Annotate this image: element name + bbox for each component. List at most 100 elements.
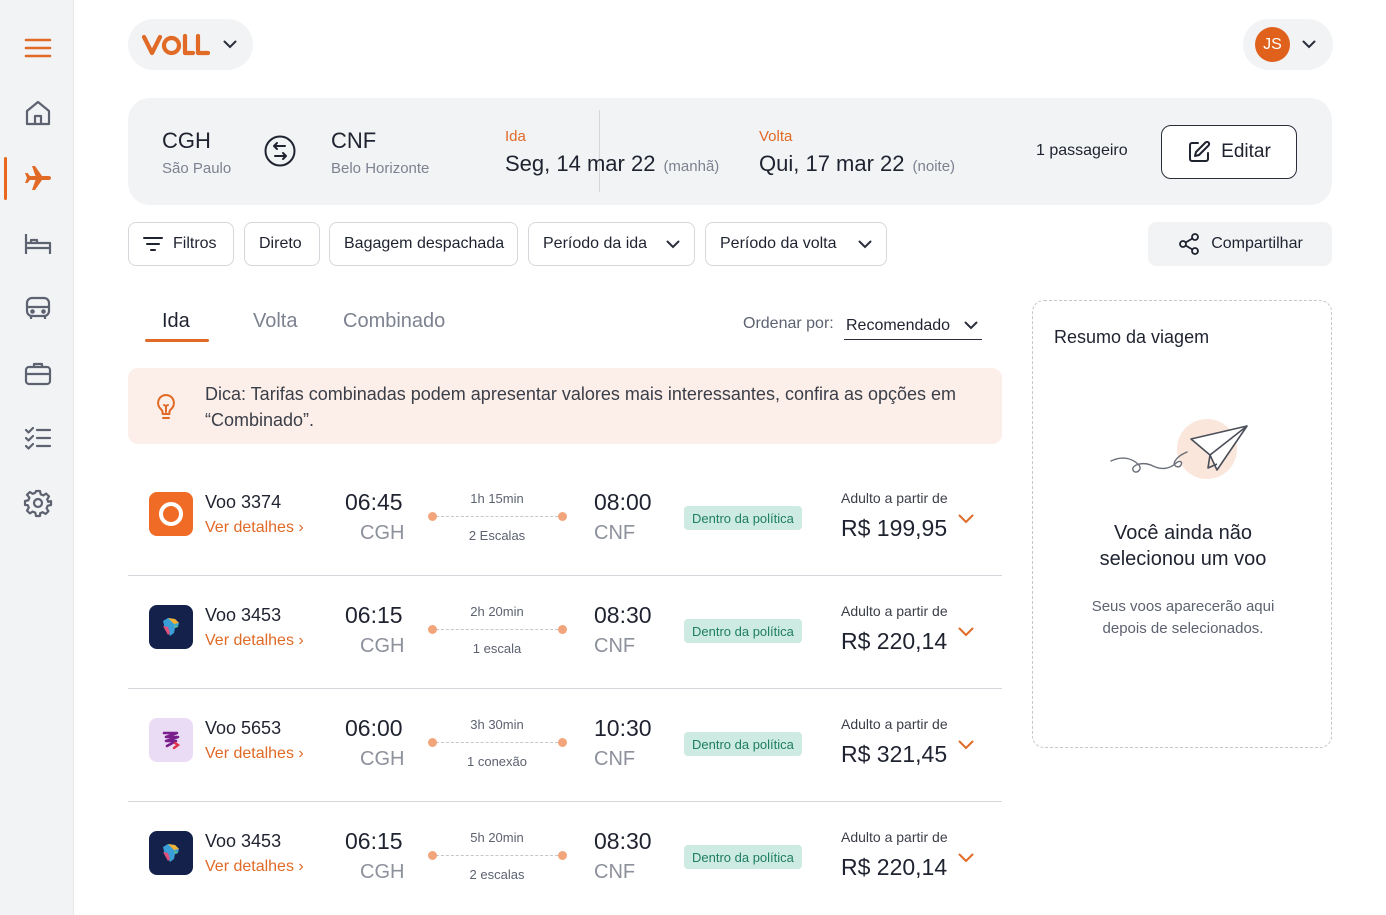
departure-time: 06:15: [345, 602, 403, 628]
voll-logo: [141, 33, 211, 55]
briefcase-icon: [24, 362, 52, 386]
details-link-label: Ver detalhes: [205, 519, 294, 536]
details-link[interactable]: Ver detalhes ›: [205, 858, 304, 876]
outbound-period-filter[interactable]: Período da ida: [528, 222, 695, 266]
sidebar-item-approvals[interactable]: [17, 417, 59, 459]
bed-icon: [24, 234, 52, 254]
route-dot: [558, 512, 567, 521]
sort-value: Recomendado: [846, 316, 951, 334]
price-label: Adulto a partir de: [841, 716, 948, 732]
route-dot: [428, 512, 437, 521]
details-link[interactable]: Ver detalhes ›: [205, 632, 304, 650]
filters-button[interactable]: Filtros: [128, 222, 234, 266]
passenger-count: 1 passageiro: [1036, 142, 1128, 159]
tab-return[interactable]: Volta: [253, 310, 297, 333]
airline-logo: [149, 492, 193, 536]
sidebar-item-trips[interactable]: [17, 352, 59, 394]
trip-summary: Resumo da viagem Você ainda não selecion…: [1032, 300, 1332, 748]
price-label: Adulto a partir de: [841, 829, 948, 845]
home-icon: [25, 100, 51, 126]
swap-route-button[interactable]: [264, 135, 296, 172]
chevron-down-icon: [223, 40, 237, 49]
duration: 5h 20min: [470, 830, 524, 845]
airline-latam-logo-icon: [162, 731, 181, 750]
chevron-down-icon: [958, 627, 974, 637]
edit-icon: [1189, 140, 1211, 162]
tab-combined[interactable]: Combinado: [343, 310, 445, 333]
flight-row[interactable]: Voo 3374 Ver detalhes › 06:45 CGH 1h 15m…: [128, 463, 1002, 576]
expand-button[interactable]: [958, 737, 974, 755]
route-dot: [428, 738, 437, 747]
flight-row[interactable]: Voo 5653 Ver detalhes › 06:00 CGH 3h 30m…: [128, 689, 1002, 802]
brand-switcher[interactable]: [128, 19, 253, 70]
airline-azul-logo-icon: [163, 618, 179, 636]
chevron-down-icon: [958, 514, 974, 524]
direct-filter[interactable]: Direto: [244, 222, 320, 266]
departure-airport: CGH: [360, 748, 405, 770]
return-period: (noite): [912, 158, 956, 175]
outbound-period-filter-label: Período da ida: [543, 235, 648, 252]
origin-city: São Paulo: [162, 160, 232, 177]
tab-indicator: [145, 339, 209, 342]
sidebar-item-flights[interactable]: [17, 157, 59, 199]
arrival-airport: CNF: [594, 861, 636, 883]
arrival-time: 10:30: [594, 715, 652, 741]
price: R$ 220,14: [841, 854, 948, 880]
outbound-period: (manhã): [663, 158, 720, 175]
chevron-down-icon: [858, 240, 872, 248]
arrival-time: 08:30: [594, 602, 652, 628]
return-date: Qui, 17 mar 22 (noite): [759, 151, 955, 177]
bus-icon: [25, 296, 51, 319]
edit-button[interactable]: Editar: [1161, 125, 1297, 179]
departure-airport: CGH: [360, 861, 405, 883]
expand-button[interactable]: [958, 624, 974, 642]
search-summary: CGH São Paulo CNF Belo Horizonte Ida Seg…: [128, 98, 1332, 205]
expand-button[interactable]: [958, 850, 974, 868]
sidebar-item-bus[interactable]: [17, 287, 59, 329]
flight-row[interactable]: Voo 3453 Ver detalhes › 06:15 CGH 5h 20m…: [128, 802, 1002, 915]
tab-outbound[interactable]: Ida: [162, 310, 190, 333]
return-period-filter[interactable]: Período da volta: [705, 222, 887, 266]
paper-plane-illustration-icon: [1110, 419, 1248, 479]
price: R$ 220,14: [841, 628, 948, 654]
chevron-down-icon: [958, 740, 974, 750]
policy-badge: Dentro da política: [684, 506, 802, 530]
duration: 3h 30min: [470, 717, 524, 732]
departure-time: 06:15: [345, 828, 403, 854]
menu-button[interactable]: [17, 27, 59, 69]
airline-logo: [149, 605, 193, 649]
trip-summary-title: Resumo da viagem: [1054, 327, 1210, 347]
flight-number: Voo 3453: [205, 605, 282, 625]
sidebar-item-settings[interactable]: [17, 482, 59, 524]
details-link[interactable]: Ver detalhes ›: [205, 519, 304, 537]
chevron-right-icon: ›: [298, 519, 304, 536]
swap-icon: [264, 135, 296, 167]
sort-select[interactable]: Recomendado: [844, 312, 982, 340]
sidebar-item-home[interactable]: [17, 92, 59, 134]
return-label: Volta: [759, 128, 793, 145]
user-menu[interactable]: JS: [1243, 19, 1333, 70]
destination-code: CNF: [331, 128, 377, 153]
tip-banner: Dica: Tarifas combinadas podem apresenta…: [128, 368, 1002, 444]
duration: 1h 15min: [470, 491, 524, 506]
policy-badge: Dentro da política: [684, 732, 802, 756]
flight-number: Voo 3453: [205, 831, 282, 851]
departure-time: 06:45: [345, 489, 403, 515]
sidebar-item-hotels[interactable]: [17, 222, 59, 264]
share-button[interactable]: Compartilhar: [1148, 222, 1332, 266]
arrival-airport: CNF: [594, 635, 636, 657]
route-line: [431, 855, 563, 856]
route-dot: [558, 738, 567, 747]
details-link-label: Ver detalhes: [205, 858, 294, 875]
edit-button-label: Editar: [1221, 141, 1271, 162]
flight-row[interactable]: Voo 3453 Ver detalhes › 06:15 CGH 2h 20m…: [128, 576, 1002, 689]
price: R$ 199,95: [841, 515, 948, 541]
stops: 1 escala: [472, 641, 522, 656]
baggage-filter[interactable]: Bagagem despachada: [329, 222, 518, 266]
direct-filter-label: Direto: [259, 235, 302, 252]
expand-button[interactable]: [958, 511, 974, 529]
details-link-label: Ver detalhes: [205, 632, 294, 649]
route-dot: [428, 851, 437, 860]
details-link[interactable]: Ver detalhes ›: [205, 745, 304, 763]
filter-icon: [143, 237, 163, 251]
